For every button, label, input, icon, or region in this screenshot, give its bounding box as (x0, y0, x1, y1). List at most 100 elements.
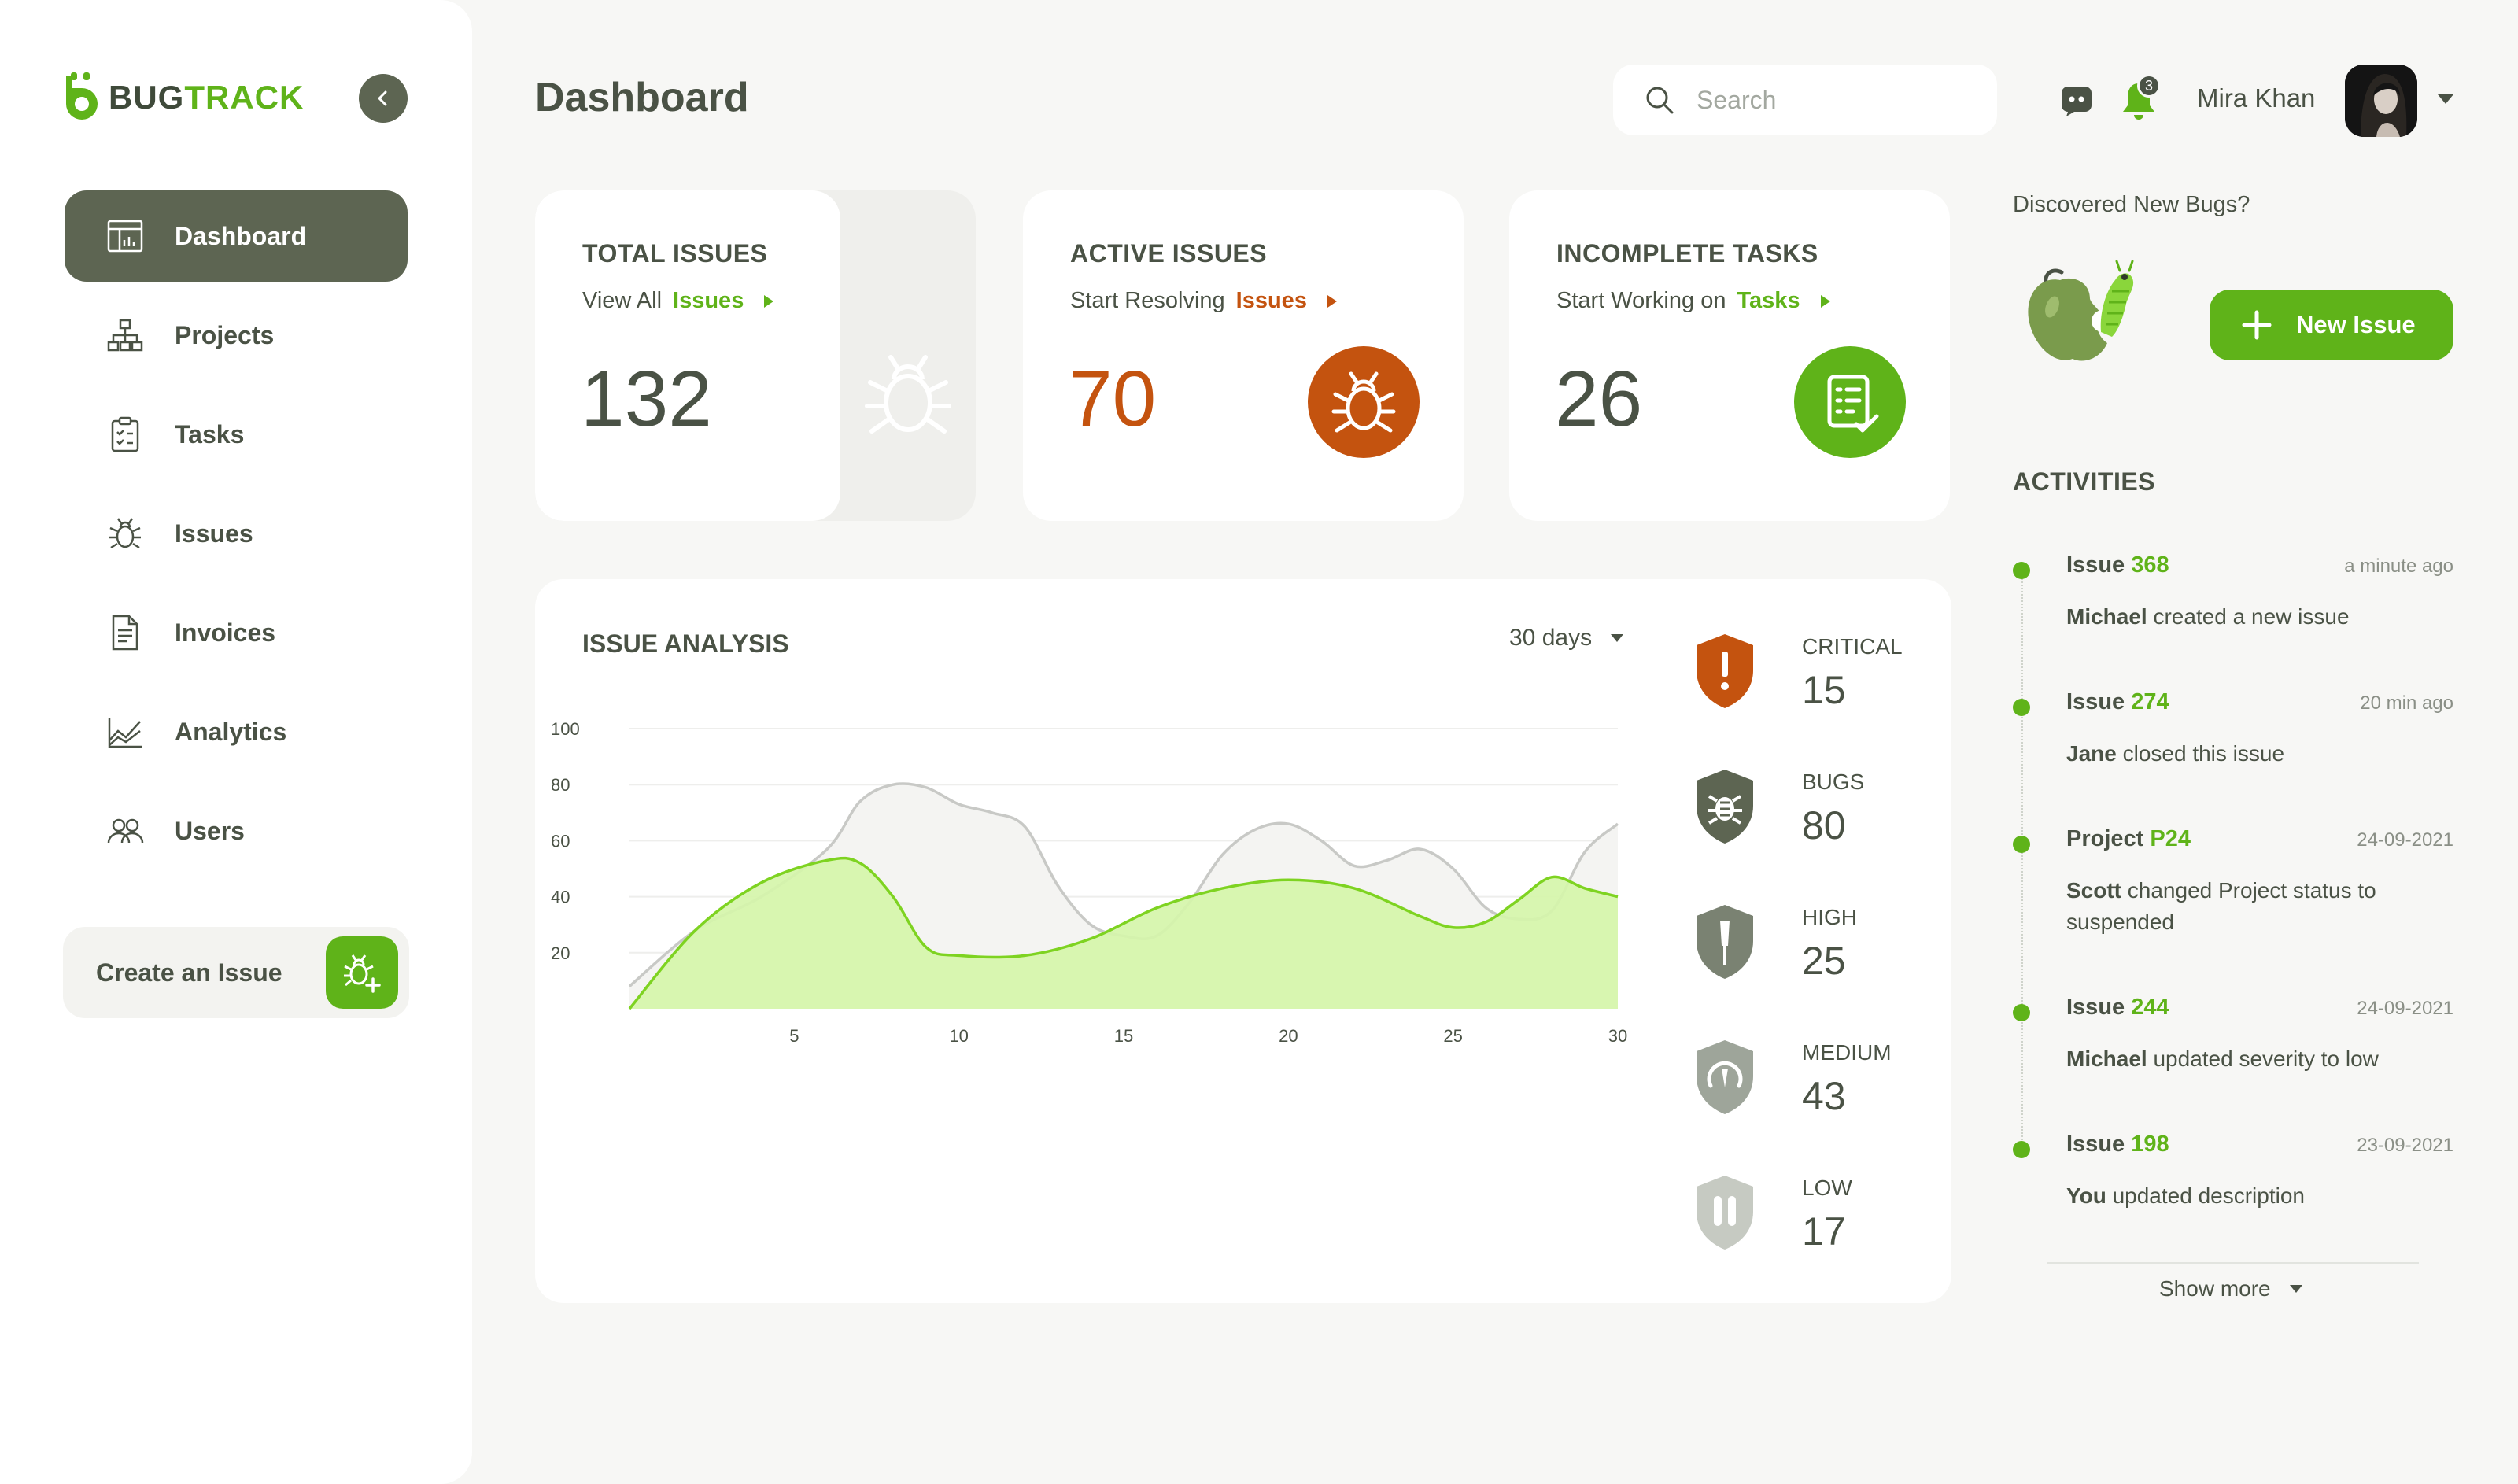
sidebar-item-tasks[interactable]: Tasks (65, 389, 408, 480)
activity-description: Jane closed this issue (2066, 738, 2436, 770)
active-issues-count: 70 (1069, 355, 1157, 443)
range-select-value: 30 days (1509, 625, 1593, 651)
severity-name: MEDIUM (1802, 1040, 1892, 1065)
search-input[interactable] (1697, 85, 1980, 115)
sidebar-item-analytics[interactable]: Analytics (65, 686, 408, 777)
x-tick-label: 25 (1443, 1026, 1462, 1046)
collapse-sidebar-button[interactable] (359, 74, 408, 123)
activity-description: Scott changed Project status to suspende… (2066, 875, 2436, 938)
severity-name: LOW (1802, 1176, 1852, 1200)
activity-time: a minute ago (2344, 556, 2453, 577)
chart-icon (104, 711, 146, 753)
view-all-issues-link[interactable]: Issues (673, 288, 744, 314)
activity-id-link[interactable]: 244 (2131, 995, 2169, 1020)
user-name[interactable]: Mira Khan (2197, 83, 2315, 113)
activity-actor: You (2066, 1183, 2106, 1208)
activity-type: Issue (2066, 995, 2125, 1020)
activity-description: You updated description (2066, 1180, 2436, 1212)
y-tick-label: 100 (551, 719, 580, 739)
sidebar-item-label: Projects (175, 320, 275, 349)
activity-time: 24-09-2021 (2357, 998, 2453, 1019)
total-issues-count: 132 (581, 355, 712, 443)
alert-shield-icon (1697, 634, 1753, 708)
card-title: ACTIVE ISSUES (1070, 239, 1268, 268)
sidebar-item-dashboard[interactable]: Dashboard (65, 190, 408, 282)
activity-actor: Michael (2066, 604, 2147, 629)
activity-id-link[interactable]: 368 (2131, 552, 2169, 578)
range-select[interactable]: 30 days (1509, 625, 1625, 652)
notification-badge: 3 (2137, 74, 2161, 98)
new-issue-button[interactable]: New Issue (2210, 290, 2453, 360)
incomplete-tasks-count: 26 (1555, 355, 1643, 443)
add-bug-icon (326, 936, 398, 1009)
play-arrow-icon[interactable] (1326, 293, 1338, 309)
logo-text-secondary: TRACK (184, 79, 305, 116)
bug-badge (1308, 346, 1420, 458)
timeline-dot (2013, 1141, 2030, 1158)
severity-value: 43 (1802, 1074, 1846, 1118)
logo-text-primary: BUG (109, 79, 185, 116)
activity-type: Project (2066, 826, 2144, 851)
sidebar-item-label: Tasks (175, 419, 245, 449)
avatar[interactable] (2345, 65, 2417, 137)
sidebar-item-label: Dashboard (175, 221, 307, 250)
sidebar-item-label: Users (175, 816, 245, 845)
card-subtitle-text: Start Working on (1556, 288, 1726, 313)
plus-icon (2242, 310, 2272, 340)
card-subtitle: Start Working on Tasks (1556, 288, 1832, 314)
activity-heading: Issue 368 (2066, 552, 2169, 578)
dashboard-icon (104, 215, 146, 257)
severity-low: LOW 17 (1692, 1172, 1928, 1283)
activity-id-link[interactable]: 198 (2131, 1131, 2169, 1157)
sidebar-item-issues[interactable]: Issues (65, 488, 408, 579)
logo[interactable]: BUGTRACK (61, 72, 304, 123)
activity-heading: Issue 244 (2066, 995, 2169, 1021)
sidebar-item-projects[interactable]: Projects (65, 290, 408, 381)
work-on-tasks-link[interactable]: Tasks (1737, 288, 1800, 314)
discover-bugs-text: Discovered New Bugs? (2013, 192, 2250, 217)
chevron-down-icon[interactable] (2436, 93, 2455, 105)
severity-name: HIGH (1802, 905, 1857, 929)
chat-icon[interactable] (2060, 85, 2093, 116)
bug-shield-icon (1697, 770, 1753, 844)
activity-id-link[interactable]: P24 (2150, 826, 2191, 851)
card-subtitle-text: Start Resolving (1070, 288, 1225, 313)
activity-id-link[interactable]: 274 (2131, 689, 2169, 714)
sidebar-item-label: Issues (175, 519, 253, 548)
sidebar-item-invoices[interactable]: Invoices (65, 587, 408, 678)
play-arrow-icon[interactable] (1819, 293, 1832, 309)
severity-name: BUGS (1802, 770, 1865, 794)
play-arrow-icon[interactable] (762, 293, 775, 309)
sidebar: BUGTRACK Dashboard Projects Tasks Issues… (0, 0, 472, 1484)
resolve-issues-link[interactable]: Issues (1236, 288, 1307, 314)
y-tick-label: 20 (551, 943, 570, 963)
sidebar-item-users[interactable]: Users (65, 785, 408, 877)
panel-title: ISSUE ANALYSIS (582, 629, 789, 658)
card-subtitle-text: View All (582, 288, 663, 313)
card-title: TOTAL ISSUES (582, 239, 768, 268)
bugtrack-logo-icon (66, 72, 98, 120)
create-issue-button[interactable]: Create an Issue (63, 927, 409, 1018)
show-more-label: Show more (2159, 1276, 2271, 1301)
medium-shield-icon (1697, 1040, 1753, 1114)
severity-value: 17 (1802, 1209, 1846, 1253)
document-icon (104, 611, 146, 654)
activity-heading: Issue 274 (2066, 689, 2169, 715)
x-tick-label: 30 (1608, 1026, 1627, 1046)
low-shield-icon (1697, 1176, 1753, 1250)
timeline-line (2021, 567, 2023, 1149)
bug-icon (1331, 371, 1396, 433)
severity-value: 80 (1802, 803, 1846, 847)
show-more-button[interactable]: Show more (2159, 1276, 2304, 1301)
activity-actor: Scott (2066, 878, 2121, 903)
incomplete-tasks-card: INCOMPLETE TASKS Start Working on Tasks … (1509, 190, 1950, 521)
timeline-dot (2013, 1004, 2030, 1021)
x-tick-label: 10 (949, 1026, 968, 1046)
x-tick-label: 15 (1114, 1026, 1133, 1046)
activity-actor: Michael (2066, 1047, 2147, 1071)
bug-outline-icon (865, 355, 951, 434)
search-box[interactable] (1613, 65, 1997, 135)
activity-action: created a new issue (2153, 604, 2350, 629)
task-list-icon (1827, 375, 1879, 433)
create-issue-label: Create an Issue (96, 958, 282, 987)
